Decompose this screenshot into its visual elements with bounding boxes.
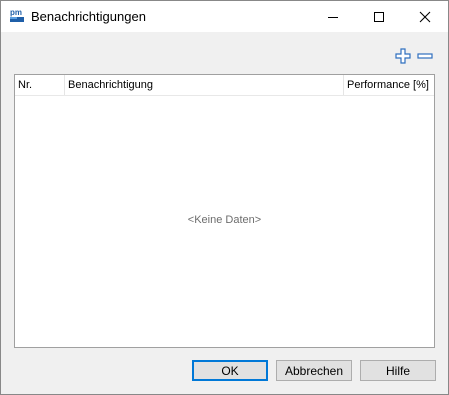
- column-header-performance[interactable]: Performance [%]: [347, 79, 429, 91]
- column-header-nr[interactable]: Nr.: [18, 79, 32, 91]
- minus-icon[interactable]: [417, 48, 433, 64]
- column-divider[interactable]: [64, 75, 65, 95]
- column-header-notification[interactable]: Benachrichtigung: [68, 79, 153, 91]
- maximize-button[interactable]: [356, 1, 402, 32]
- close-icon: [419, 11, 431, 22]
- cancel-button[interactable]: Abbrechen: [276, 360, 352, 381]
- table-header: Nr. Benachrichtigung Performance [%]: [15, 75, 434, 96]
- maximize-icon: [374, 11, 384, 22]
- plus-icon[interactable]: [395, 48, 411, 64]
- close-button[interactable]: [402, 1, 448, 32]
- app-logo-icon: pm: [10, 8, 24, 22]
- minimize-button[interactable]: [310, 1, 356, 32]
- empty-table-message: <Keine Daten>: [187, 214, 262, 226]
- app-logo-text: pm: [10, 8, 22, 17]
- notifications-table[interactable]: Nr. Benachrichtigung Performance [%] <Ke…: [14, 74, 435, 348]
- window-title: Benachrichtigungen: [31, 9, 146, 24]
- column-divider[interactable]: [343, 75, 344, 95]
- title-bar[interactable]: pm Benachrichtigungen: [1, 1, 448, 32]
- ok-button[interactable]: OK: [192, 360, 268, 381]
- dialog-window: pm Benachrichtigungen Nr. Benachrichtigu…: [0, 0, 449, 395]
- help-button[interactable]: Hilfe: [360, 360, 436, 381]
- minimize-icon: [328, 16, 338, 18]
